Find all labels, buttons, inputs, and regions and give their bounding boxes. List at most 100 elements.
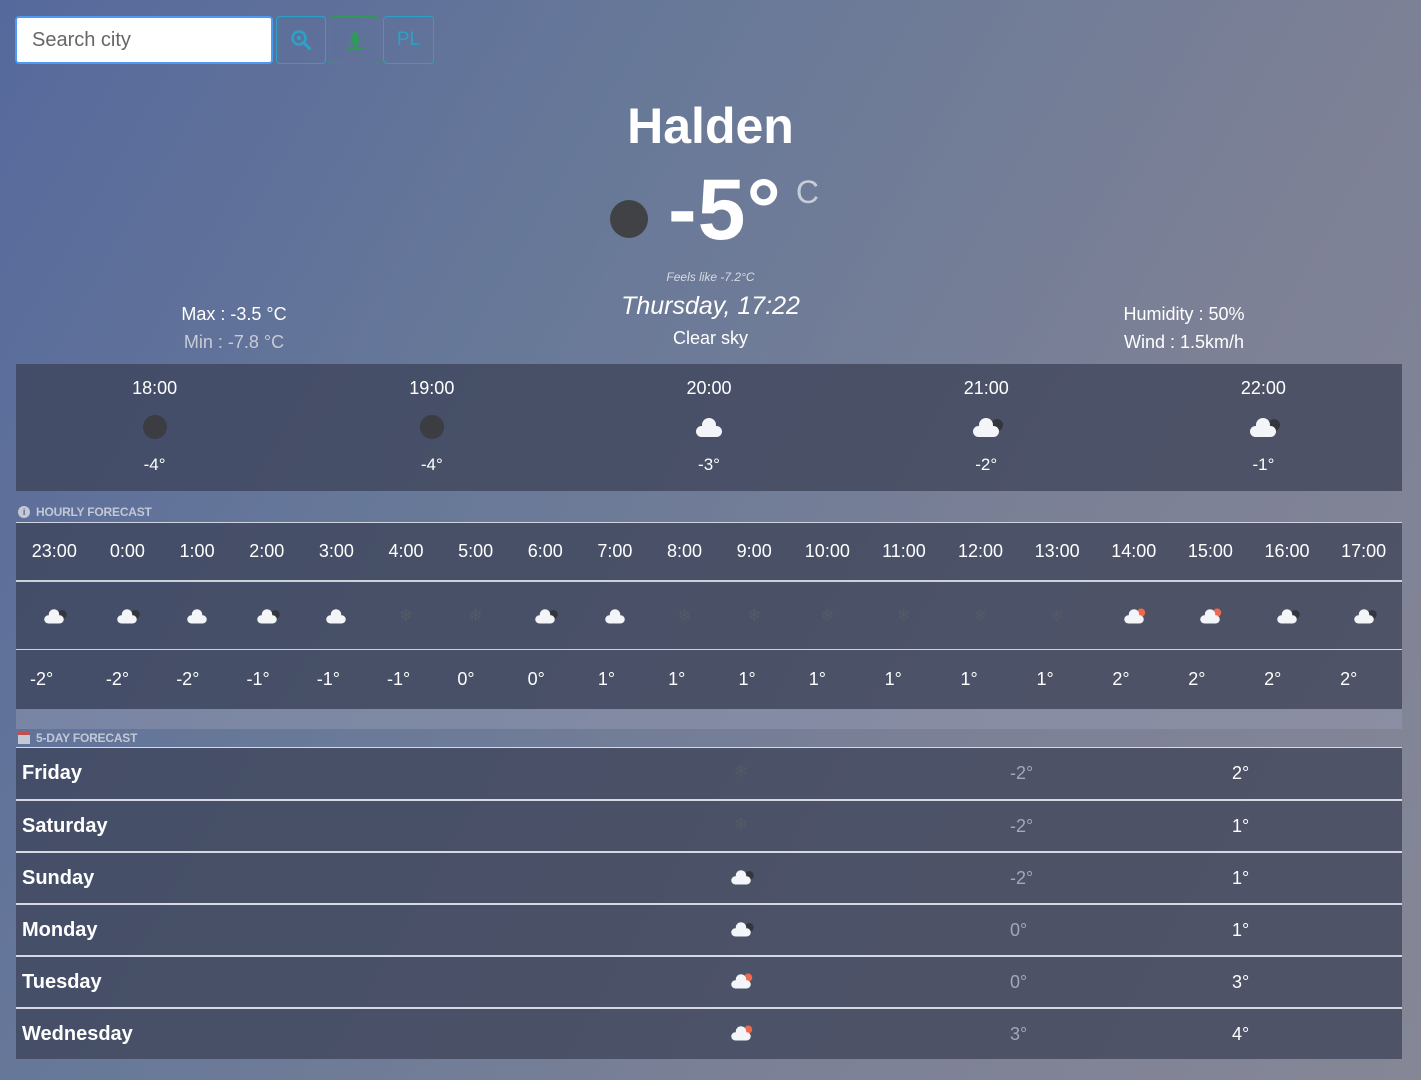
daily-row: Tuesday 0° 3° xyxy=(16,955,1402,1007)
next-hour-icon-cell xyxy=(971,415,1004,439)
hourly-icons-row: ❄ ❄ ❄ ❄ ❄ ❄ ❄ ❄ xyxy=(16,582,1402,650)
min-temp: Min : -7.8 °C xyxy=(183,332,285,352)
next-hour-icon-cell xyxy=(1248,415,1281,439)
hourly-temp: 1° xyxy=(960,668,978,689)
daily-icon-cell xyxy=(726,867,756,887)
cloud-moon-icon xyxy=(530,606,560,626)
cloud-sun-icon xyxy=(1195,606,1225,626)
hourly-time: 5:00 xyxy=(458,541,494,561)
cloud-moon-icon xyxy=(39,606,69,626)
calendar-icon xyxy=(18,732,30,744)
hourly-time: 9:00 xyxy=(736,541,772,561)
hourly-time: 14:00 xyxy=(1111,541,1157,561)
hourly-icon-cell xyxy=(1172,606,1249,626)
daily-min: 3° xyxy=(1010,1023,1028,1044)
next-hour-time: 20:00 xyxy=(686,378,732,398)
max-temp: Max : -3.5 °C xyxy=(181,304,287,324)
hourly-icon-cell: ❄ xyxy=(441,605,511,626)
hourly-temp: -2° xyxy=(30,668,54,689)
temperature-value: -5° xyxy=(668,162,782,258)
hourly-temp: 2° xyxy=(1264,668,1282,689)
hourly-temp: 1° xyxy=(1036,668,1054,689)
search-input[interactable] xyxy=(15,16,273,64)
next-hour-time: 18:00 xyxy=(132,378,178,398)
hourly-icon-cell: ❄ xyxy=(1019,605,1096,626)
hourly-icon-cell xyxy=(302,606,372,626)
hourly-temp: -1° xyxy=(387,668,411,689)
next-hour-item: 19:00 -4° xyxy=(293,364,570,491)
daily-max: 4° xyxy=(1232,1023,1250,1044)
daily-forecast-table: Friday ❄ -2° 2° Saturday ❄ -2° 1° Sunday -2° 1° Mon… xyxy=(16,747,1402,1059)
daily-row: Monday 0° 1° xyxy=(16,903,1402,955)
next-hour-temp: -2° xyxy=(975,455,998,474)
snow-icon: ❄ xyxy=(820,606,835,625)
daily-min: 0° xyxy=(1010,919,1028,940)
hourly-time: 13:00 xyxy=(1034,541,1080,561)
hourly-icon-cell xyxy=(1095,606,1172,626)
locate-button[interactable] xyxy=(329,16,380,64)
cloud-moon-icon xyxy=(726,919,756,939)
daily-max: 1° xyxy=(1232,867,1250,888)
hourly-icon-cell xyxy=(1249,606,1326,626)
daily-min: -2° xyxy=(1010,867,1034,888)
next-hour-item: 22:00 -1° xyxy=(1125,364,1402,491)
hourly-icon-cell xyxy=(232,606,302,626)
cloud-moon-icon xyxy=(971,417,1004,437)
daily-day: Tuesday xyxy=(22,970,102,993)
daily-forecast-header: 5-DAY FORECAST xyxy=(18,731,137,745)
next-hour-temp: -1° xyxy=(1252,455,1275,474)
next-hour-time: 19:00 xyxy=(409,378,455,398)
hourly-temp: 1° xyxy=(597,668,616,689)
cloud-sun-icon xyxy=(726,971,756,991)
hourly-forecast-table: 23:00 0:00 1:00 2:00 3:00 4:00 5:00 6:00 7:00 8:0… xyxy=(16,522,1402,709)
temperature-unit[interactable]: C xyxy=(796,174,819,211)
next-hour-item: 21:00 -2° xyxy=(848,364,1125,491)
hourly-icon-cell xyxy=(1325,606,1402,626)
cloud-moon-icon xyxy=(252,606,282,626)
daily-row: Saturday ❄ -2° 1° xyxy=(16,799,1402,851)
scrollbar-track[interactable] xyxy=(16,709,1402,729)
hourly-temp: 0° xyxy=(527,668,545,689)
daily-max: 2° xyxy=(1232,763,1250,783)
language-button[interactable]: PL xyxy=(383,16,434,64)
hourly-icon-cell xyxy=(93,606,163,626)
daily-forecast-title: 5-DAY FORECAST xyxy=(36,731,138,745)
hourly-temp: 1° xyxy=(884,668,902,689)
hourly-time: 6:00 xyxy=(527,541,563,561)
hourly-temp: 1° xyxy=(668,668,686,689)
cloud-moon-icon xyxy=(1272,606,1302,626)
hourly-time: 23:00 xyxy=(31,541,77,561)
hourly-icon-cell: ❄ xyxy=(942,605,1019,626)
daily-min: 0° xyxy=(1010,971,1028,992)
next-hours-panel: 18:00 -4° 19:00 -4° 20:00 -3° 21:00 -2° 22:00 -1° xyxy=(16,364,1402,491)
daily-icon-cell: ❄ xyxy=(726,815,756,835)
hourly-icon-cell: ❄ xyxy=(789,605,866,626)
search-button[interactable] xyxy=(276,16,326,64)
moon-icon xyxy=(610,200,649,238)
cloud-icon xyxy=(182,606,212,626)
snow-icon: ❄ xyxy=(677,606,692,625)
clock-icon: i xyxy=(18,506,30,518)
cloud-icon xyxy=(694,417,724,437)
daily-row: Friday ❄ -2° 2° xyxy=(16,747,1402,799)
hourly-time: 11:00 xyxy=(882,541,926,561)
feels-like: Feels like -7.2°C xyxy=(666,270,755,284)
hourly-icon-cell xyxy=(510,606,580,626)
city-name: Halden xyxy=(627,98,794,154)
daily-day: Monday xyxy=(22,918,98,941)
hourly-time: 10:00 xyxy=(804,541,850,561)
daily-icon-cell xyxy=(726,919,756,939)
hourly-icon-cell: ❄ xyxy=(371,605,441,626)
snow-icon: ❄ xyxy=(733,815,749,834)
min-max: Max : -3.5 °C Min : -7.8 °C xyxy=(134,300,334,356)
hourly-times-row: 23:00 0:00 1:00 2:00 3:00 4:00 5:00 6:00 7:00 8:0… xyxy=(16,523,1402,582)
hourly-icon-cell xyxy=(16,606,93,626)
hourly-time: 0:00 xyxy=(109,541,145,561)
next-hour-temp: -4° xyxy=(420,455,443,474)
next-hour-temp: -3° xyxy=(698,455,720,474)
next-hour-icon-cell xyxy=(142,415,167,439)
moon-icon xyxy=(142,415,167,439)
hourly-temp: -2° xyxy=(105,668,130,689)
daily-icon-cell: ❄ xyxy=(726,762,756,782)
hourly-time: 2:00 xyxy=(249,541,285,561)
